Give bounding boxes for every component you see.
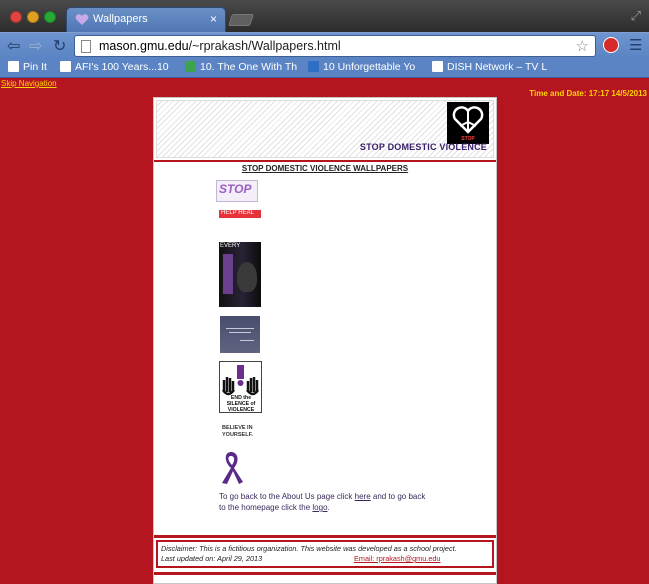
address-bar[interactable]: mason.gmu.edu/~rprakash/Wallpapers.html … [74, 35, 596, 57]
bookmark-item[interactable]: 10 Unforgettable Yo [308, 61, 415, 73]
stop-domestic-violence-wallpaper[interactable]: STOP [216, 180, 258, 202]
heart-favicon-icon [75, 14, 89, 25]
forward-arrow-icon[interactable]: ⇨ [29, 36, 42, 56]
page-heading: STOP DOMESTIC VIOLENCE WALLPAPERS [241, 164, 409, 173]
site-logo[interactable]: STOP [447, 102, 489, 144]
about-us-link[interactable]: here [355, 492, 371, 501]
skip-navigation-link[interactable]: Skip Navigation [1, 79, 57, 88]
disclaimer-text: Disclaimer: This is a fictitious organiz… [161, 544, 457, 553]
help-heal-wallpaper[interactable]: HELP HEAL [219, 210, 261, 218]
browser-toolbar: ⇦ ⇨ ↻ mason.gmu.edu/~rprakash/Wallpapers… [0, 32, 649, 58]
logo-link[interactable]: logo [312, 503, 327, 512]
footer-bottom-divider [154, 572, 496, 575]
bookmark-star-icon[interactable]: ☆ [576, 37, 589, 55]
wikipedia-icon [60, 61, 71, 72]
page-icon [81, 40, 91, 53]
browser-titlebar: Wallpapers × ⤢ [0, 0, 649, 32]
peace-heart-icon: STOP [452, 106, 484, 142]
extension-icon[interactable] [603, 37, 619, 53]
email-link[interactable]: Email: rprakash@gmu.edu [354, 554, 441, 563]
browser-tab[interactable]: Wallpapers × [66, 7, 226, 32]
tab-title: Wallpapers [93, 13, 148, 25]
footer-divider [154, 535, 496, 538]
bookmark-item[interactable]: 10. The One With Th [185, 61, 297, 73]
bookmark-favicon-icon [308, 61, 319, 72]
back-arrow-icon[interactable]: ⇦ [7, 36, 20, 56]
banner-title: STOP DOMESTIC VIOLENCE [359, 142, 487, 152]
new-tab-button[interactable] [228, 14, 254, 26]
navigation-text: To go back to the About Us page click he… [219, 492, 426, 512]
bookmark-item[interactable]: Pin It [8, 61, 47, 73]
menu-icon[interactable]: ☰ [629, 36, 642, 54]
fullscreen-icon[interactable]: ⤢ [631, 8, 641, 24]
bookmark-item[interactable]: AFI's 100 Years...10 [60, 61, 169, 73]
quote-wallpaper[interactable] [220, 316, 260, 353]
header-divider [154, 160, 496, 162]
page-banner: STOP STOP DOMESTIC VIOLENCE [156, 100, 494, 158]
window-close-button[interactable] [10, 11, 22, 23]
end-silence-wallpaper[interactable]: END the SILENCE of VIOLENCE [219, 361, 262, 413]
datetime-text: Time and Date: 17:17 14/5/2013 [529, 89, 647, 98]
page-container: STOP STOP DOMESTIC VIOLENCE STOP DOMESTI… [153, 97, 497, 584]
window-maximize-button[interactable] [44, 11, 56, 23]
bookmarks-bar: Pin It AFI's 100 Years...10 10. The One … [0, 58, 649, 78]
bookmark-favicon-icon [185, 61, 196, 72]
every-stop-wallpaper[interactable]: EVERY [219, 242, 261, 307]
reload-icon[interactable]: ↻ [53, 36, 66, 56]
page-footer: Disclaimer: This is a fictitious organiz… [156, 540, 494, 568]
url-text[interactable]: mason.gmu.edu/~rprakash/Wallpapers.html [99, 39, 341, 53]
bookmark-favicon-icon [432, 61, 443, 72]
purple-ribbon-wallpaper[interactable] [218, 449, 244, 485]
window-minimize-button[interactable] [27, 11, 39, 23]
page-icon [8, 61, 19, 72]
tab-close-icon[interactable]: × [210, 12, 217, 26]
bookmark-item[interactable]: DISH Network – TV L [432, 61, 547, 73]
awareness-ribbon-icon [222, 452, 243, 484]
believe-in-yourself-wallpaper[interactable]: BELIEVE IN YOURSELF. [220, 425, 260, 439]
